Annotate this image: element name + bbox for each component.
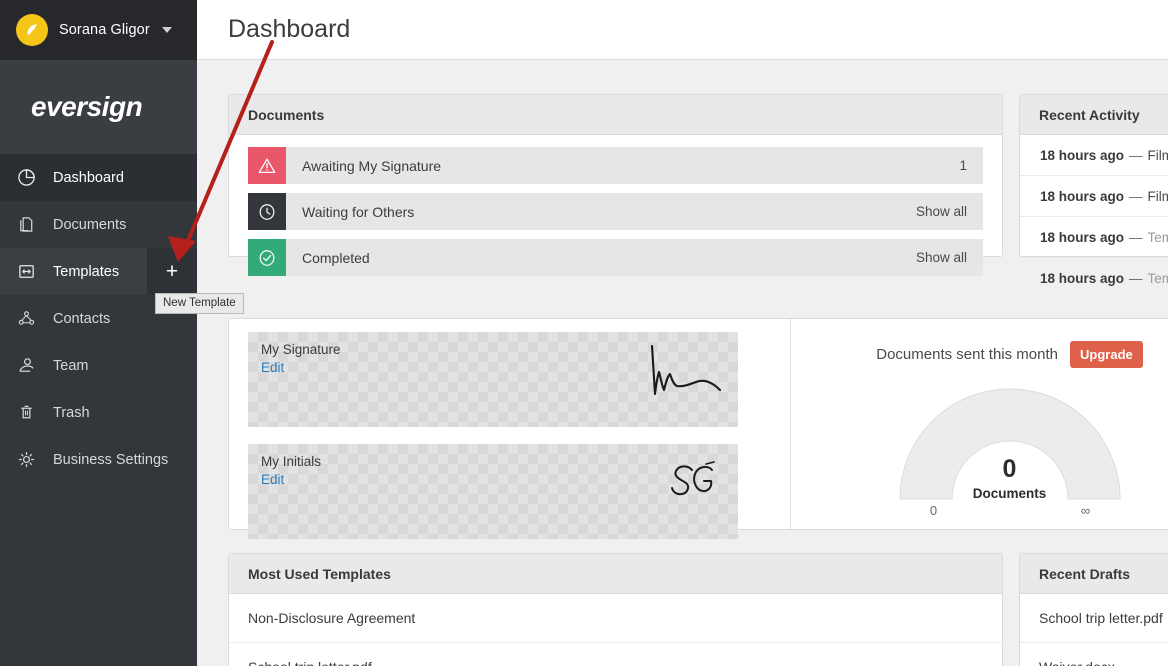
document-status-row[interactable]: Waiting for Others Show all [248, 193, 983, 230]
draft-row[interactable]: Waiver.docx [1020, 643, 1168, 666]
check-circle-icon [248, 239, 286, 276]
document-status-label: Awaiting My Signature [302, 157, 442, 174]
sidebar-item-documents[interactable]: Documents [0, 201, 197, 248]
usage-gauge-column: Documents sent this month Upgrade 0 Docu… [791, 319, 1168, 529]
signature-image [640, 338, 730, 423]
sidebar-item-label: Contacts [53, 310, 111, 327]
activity-subject: Temp [1147, 229, 1168, 245]
sidebar-item-label: Business Settings [53, 451, 169, 468]
activity-row[interactable]: 18 hours ago — Film [1020, 176, 1168, 217]
usage-gauge-header: Documents sent this month Upgrade [791, 341, 1168, 368]
usage-gauge-title: Documents sent this month [876, 346, 1059, 363]
my-initials-box[interactable]: My Initials Edit [248, 444, 738, 539]
activity-subject: Temp [1147, 271, 1168, 286]
initials-image [662, 456, 722, 521]
activity-time: 18 hours ago [1040, 229, 1125, 245]
svg-text:eversign: eversign [31, 91, 142, 122]
show-all-link[interactable]: Show all [916, 239, 983, 276]
documents-panel-title: Documents [229, 95, 1002, 135]
activity-dash: — [1129, 147, 1143, 163]
app-root: Sorana Gligor eversign Dashboard Documen… [0, 0, 1168, 666]
activity-time: 18 hours ago [1040, 271, 1125, 286]
signature-column: My Signature Edit My Initials Edit [229, 319, 791, 539]
account-name: Sorana Gligor [59, 22, 150, 38]
show-all-link[interactable]: Show all [916, 193, 983, 230]
gauge-max-label: ∞ [1080, 503, 1091, 518]
new-template-tooltip: New Template [155, 293, 244, 314]
edit-initials-link[interactable]: Edit [261, 472, 284, 487]
top-bar: Dashboard [197, 0, 1168, 60]
document-status-label: Completed [302, 249, 370, 266]
gauge-value: 0 [1002, 455, 1017, 483]
documents-icon [15, 214, 37, 236]
document-status-row[interactable]: Completed Show all [248, 239, 983, 276]
recent-drafts-panel: Recent Drafts School trip letter.pdf Wai… [1019, 553, 1168, 666]
team-icon [15, 355, 37, 377]
templates-icon [15, 261, 37, 283]
chevron-down-icon[interactable] [161, 27, 172, 33]
brand-logo: eversign [0, 60, 197, 154]
sidebar-item-label: Team [53, 357, 89, 374]
activity-row[interactable]: 18 hours ago — Film [1020, 135, 1168, 176]
sidebar-item-templates[interactable]: Templates + [0, 248, 197, 295]
account-menu[interactable]: Sorana Gligor [0, 0, 197, 60]
sidebar-nav: Dashboard Documents Templates + Contacts… [0, 154, 197, 483]
recent-activity-list: 18 hours ago — Film 18 hours ago — Film … [1020, 135, 1168, 299]
signature-and-usage-panel: My Signature Edit My Initials Edit Docum… [228, 318, 1168, 539]
sidebar-item-label: Documents [53, 216, 127, 233]
activity-dash: — [1129, 271, 1143, 286]
draft-row[interactable]: School trip letter.pdf [1020, 594, 1168, 643]
my-initials-label: My Initials [261, 454, 322, 469]
usage-gauge: 0 Documents 0 ∞ [791, 377, 1168, 527]
warning-triangle-icon [248, 147, 286, 184]
sidebar-item-trash[interactable]: Trash [0, 389, 197, 436]
activity-time: 18 hours ago [1040, 147, 1125, 163]
gauge-unit: Documents [972, 486, 1047, 501]
documents-list: Awaiting My Signature 1 Waiting for Othe… [229, 135, 1002, 276]
pie-chart-icon [15, 167, 37, 189]
activity-dash: — [1129, 188, 1143, 204]
documents-panel: Documents Awaiting My Signature 1 Waitin… [228, 94, 1003, 276]
most-used-templates-title: Most Used Templates [229, 554, 1002, 594]
page-title: Dashboard [228, 15, 351, 43]
leaf-logo-icon [16, 14, 48, 46]
template-row[interactable]: School trip letter.pdf [229, 643, 1002, 666]
recent-activity-title: Recent Activity [1020, 95, 1168, 135]
sidebar-item-label: Templates [53, 263, 120, 280]
upgrade-button[interactable]: Upgrade [1070, 341, 1143, 368]
sidebar-item-dashboard[interactable]: Dashboard [0, 154, 197, 201]
document-status-row[interactable]: Awaiting My Signature 1 [248, 147, 983, 184]
sidebar-item-label: Trash [53, 404, 90, 421]
main-content: Documents Awaiting My Signature 1 Waitin… [197, 61, 1168, 666]
trash-icon [15, 402, 37, 424]
activity-row[interactable]: 18 hours ago — Temp [1020, 217, 1168, 258]
gauge-min-label: 0 [929, 503, 938, 518]
activity-subject: Film [1147, 147, 1168, 163]
sidebar: Sorana Gligor eversign Dashboard Documen… [0, 0, 197, 666]
document-status-count: 1 [959, 158, 967, 173]
document-status-label: Waiting for Others [302, 203, 415, 220]
recent-drafts-title: Recent Drafts [1020, 554, 1168, 594]
my-signature-box[interactable]: My Signature Edit [248, 332, 738, 427]
activity-dash: — [1129, 229, 1143, 245]
recent-activity-panel: Recent Activity 18 hours ago — Film 18 h… [1019, 94, 1168, 286]
activity-row[interactable]: 18 hours ago — Temp [1020, 258, 1168, 299]
gauge-readout: 0 Documents [930, 455, 1090, 502]
new-template-button[interactable]: + [147, 248, 197, 295]
sidebar-item-business-settings[interactable]: Business Settings [0, 436, 197, 483]
activity-subject: Film [1147, 188, 1168, 204]
my-signature-label: My Signature [261, 342, 341, 357]
gear-icon [15, 449, 37, 471]
contacts-icon [15, 308, 37, 330]
activity-time: 18 hours ago [1040, 188, 1125, 204]
most-used-templates-panel: Most Used Templates Non-Disclosure Agree… [228, 553, 1003, 666]
edit-signature-link[interactable]: Edit [261, 360, 284, 375]
template-row[interactable]: Non-Disclosure Agreement [229, 594, 1002, 643]
sidebar-item-label: Dashboard [53, 169, 124, 186]
clock-icon [248, 193, 286, 230]
sidebar-item-team[interactable]: Team [0, 342, 197, 389]
